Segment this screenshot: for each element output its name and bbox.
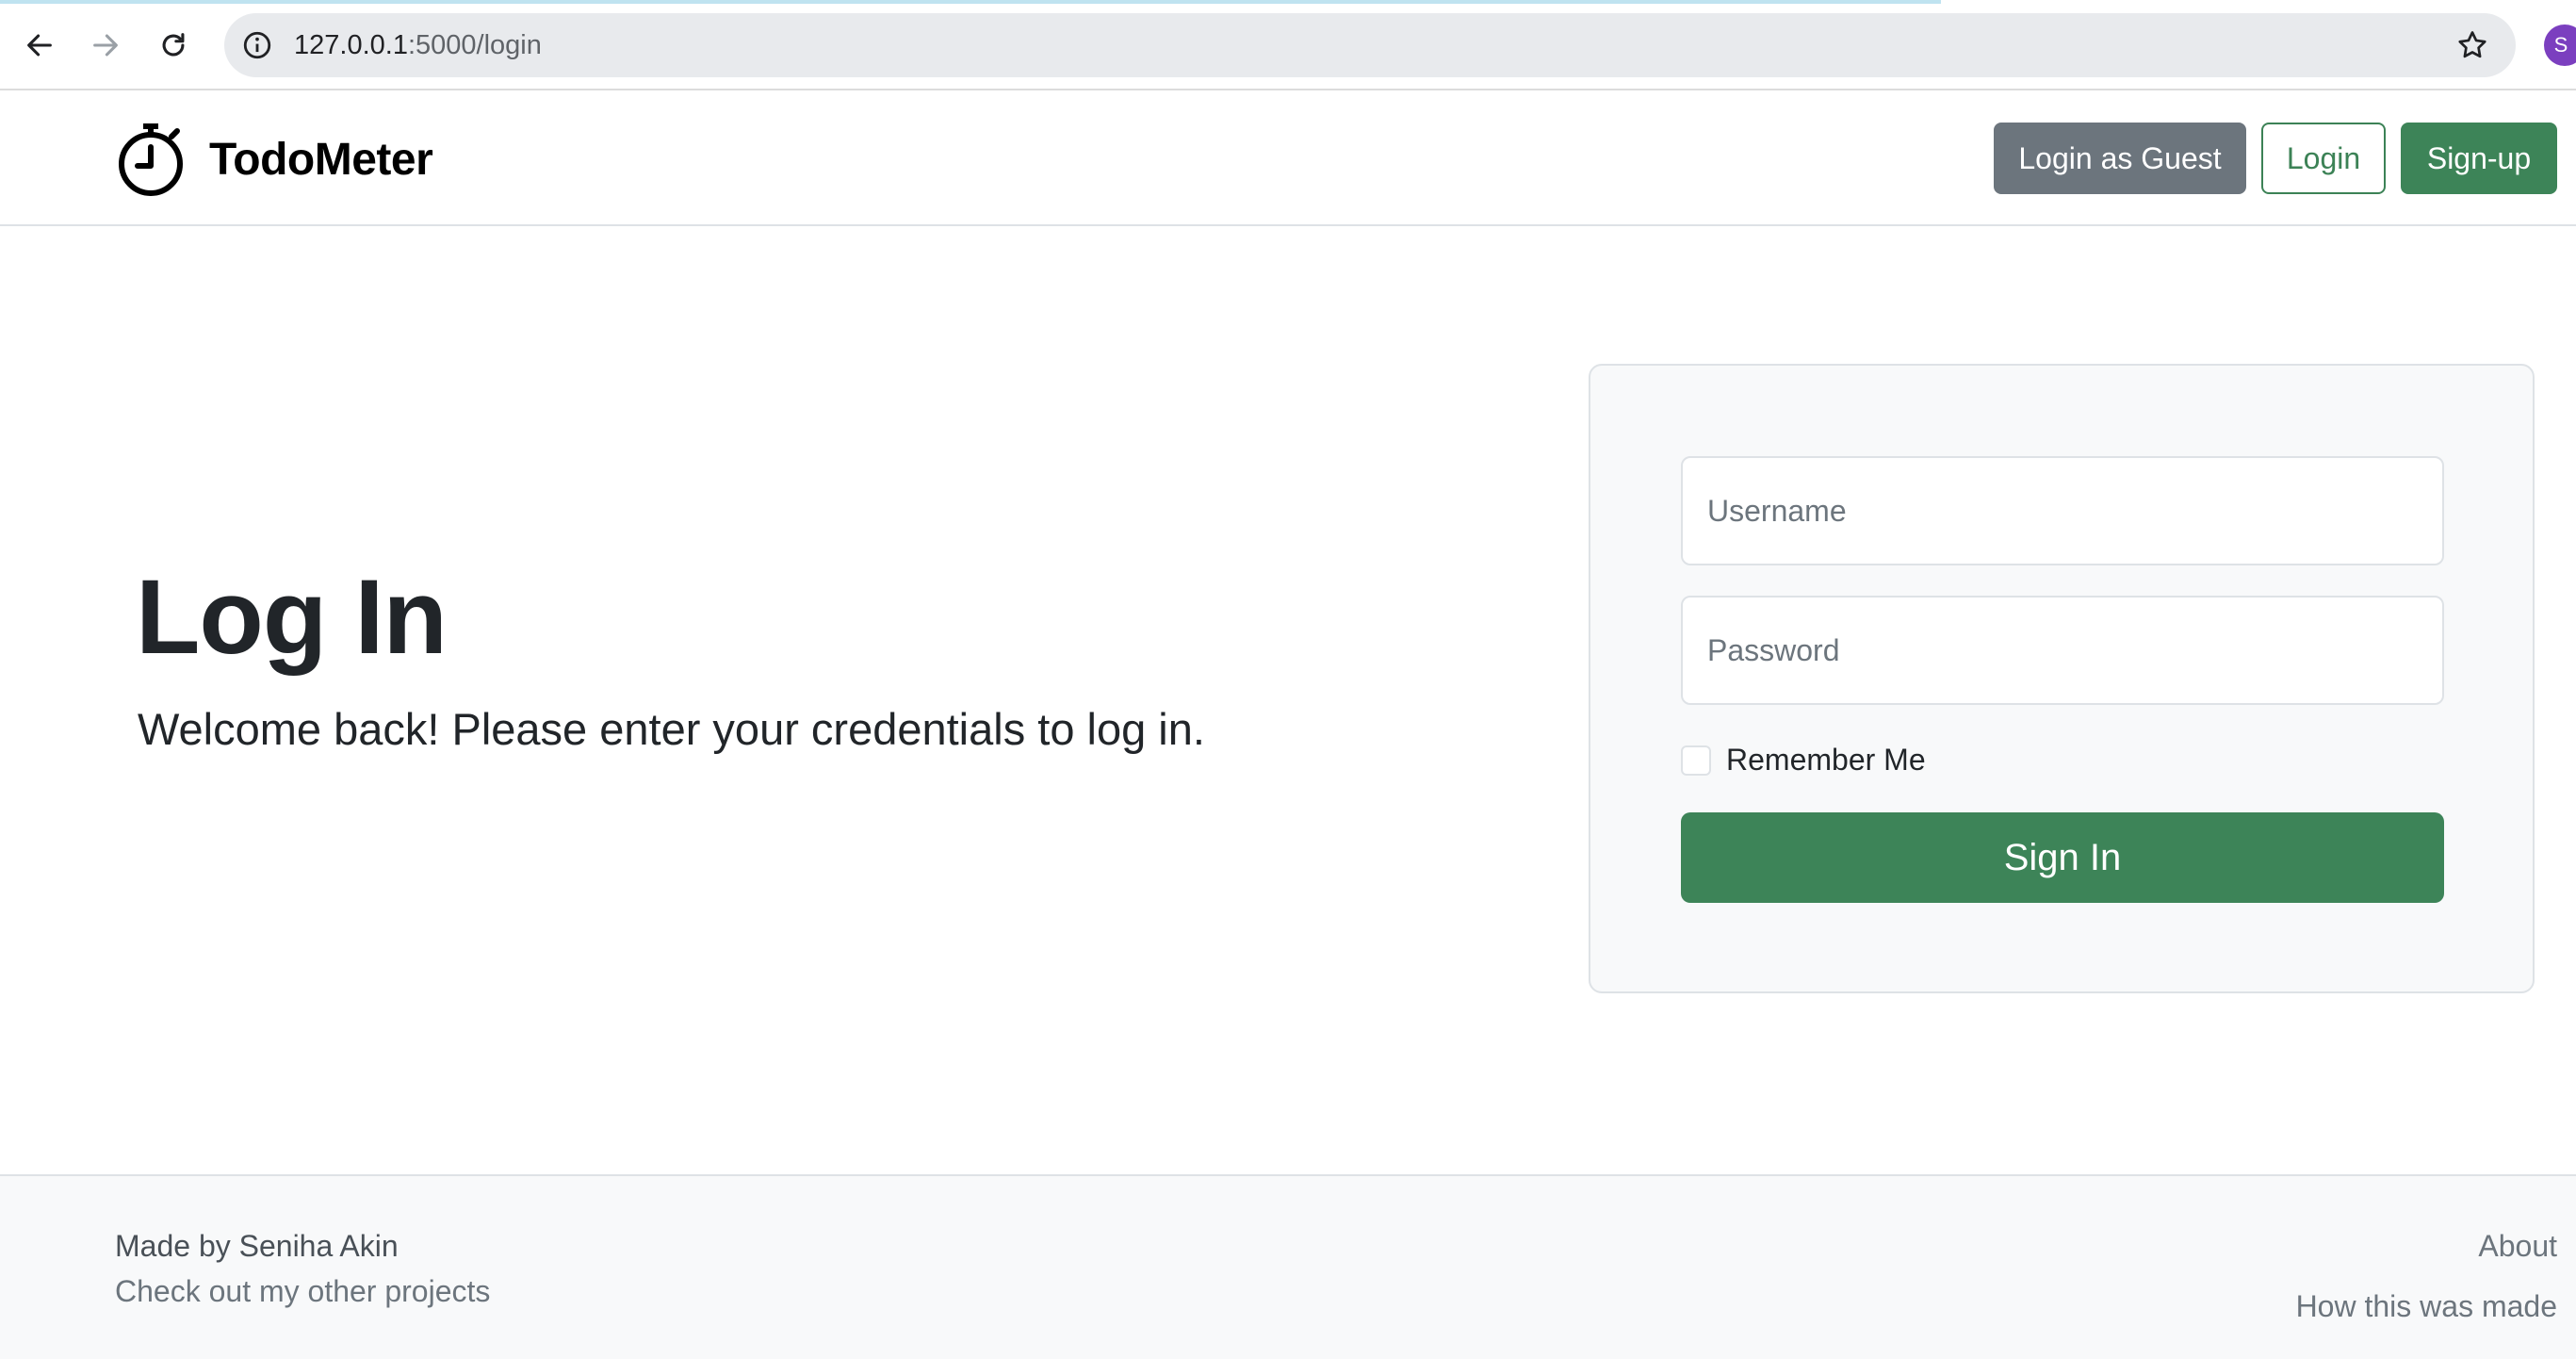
remember-me-checkbox[interactable] <box>1681 745 1711 776</box>
other-projects-link[interactable]: Check out my other projects <box>115 1274 490 1309</box>
footer: Made by Seniha Akin Check out my other p… <box>0 1174 2576 1359</box>
brand-name[interactable]: TodoMeter <box>209 134 433 186</box>
back-icon[interactable] <box>17 23 62 68</box>
sign-in-button[interactable]: Sign In <box>1681 812 2444 903</box>
nav-actions: Login as Guest Login Sign-up <box>1979 123 2557 194</box>
about-link[interactable]: About <box>2478 1229 2557 1264</box>
login-as-guest-button[interactable]: Login as Guest <box>1994 123 2246 194</box>
reload-icon[interactable] <box>151 23 196 68</box>
remember-me-label[interactable]: Remember Me <box>1726 743 1926 778</box>
address-bar[interactable]: 127.0.0.1:5000/login <box>224 13 2516 77</box>
page-title: Log In <box>136 558 448 676</box>
made-by-text: Made by Seniha Akin <box>115 1229 399 1263</box>
stopwatch-icon <box>119 123 183 196</box>
username-field[interactable] <box>1681 456 2444 565</box>
login-card: Remember Me Sign In <box>1589 364 2535 993</box>
signup-button[interactable]: Sign-up <box>2401 123 2557 194</box>
brand-link[interactable]: TodoMeter <box>117 121 433 198</box>
site-info-icon[interactable] <box>241 29 273 61</box>
profile-avatar[interactable]: S <box>2544 25 2576 66</box>
login-button[interactable]: Login <box>2261 123 2386 194</box>
forward-icon[interactable] <box>83 23 128 68</box>
browser-toolbar: 127.0.0.1:5000/login S <box>0 0 2576 90</box>
tab-accent-bar <box>0 0 1941 4</box>
how-this-was-made-link[interactable]: How this was made <box>2296 1289 2557 1324</box>
bookmark-star-icon[interactable] <box>2455 28 2489 62</box>
password-field[interactable] <box>1681 596 2444 705</box>
remember-me-row: Remember Me <box>1681 743 1926 778</box>
app-navbar: TodoMeter Login as Guest Login Sign-up <box>0 90 2576 226</box>
url-text[interactable]: 127.0.0.1:5000/login <box>294 30 542 60</box>
page-subtitle: Welcome back! Please enter your credenti… <box>138 704 1205 754</box>
